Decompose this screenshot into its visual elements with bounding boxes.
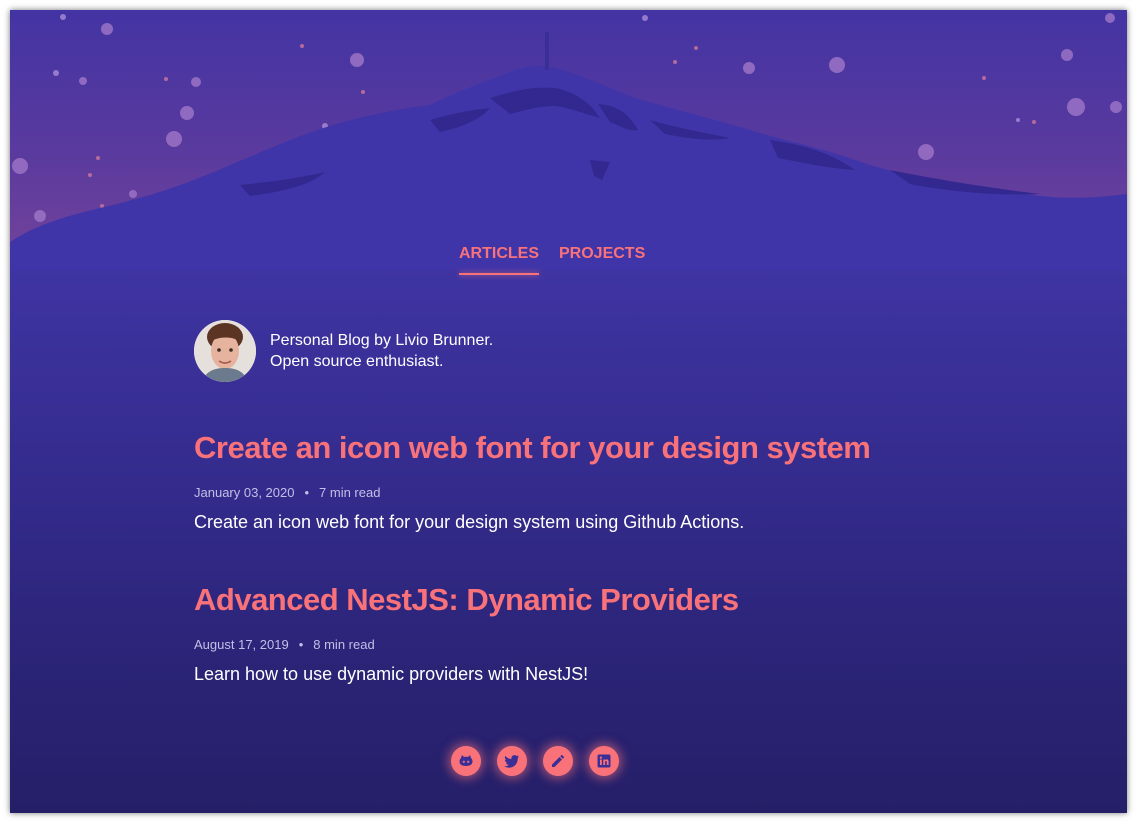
meta-separator: • [304,485,310,500]
hero-mountain-illustration [10,10,1127,270]
post-meta: January 03, 2020 • 7 min read [194,485,870,500]
post-date: August 17, 2019 [194,637,289,652]
post-read-time: 7 min read [319,485,381,500]
github-icon [459,755,473,766]
linkedin-button[interactable] [589,746,619,776]
bio-line-1: Personal Blog by Livio Brunner. [270,332,494,349]
post-description: Learn how to use dynamic providers with … [194,664,589,684]
avatar [194,320,256,382]
post-description: Create an icon web font for your design … [194,512,745,532]
twitter-icon [504,755,519,768]
post-date: January 03, 2020 [194,485,295,500]
post-item: Create an icon web font for your design … [194,430,871,533]
post-read-time: 8 min read [313,637,375,652]
meta-separator: • [298,637,304,652]
twitter-button[interactable] [497,746,527,776]
blog-button[interactable] [543,746,573,776]
tab-projects[interactable]: PROJECTS [559,245,645,275]
pencil-icon [552,754,565,767]
post-title-link[interactable]: Advanced NestJS: Dynamic Providers [194,582,739,618]
page: ARTICLES PROJECTS Personal Blog by Livio… [10,10,1127,813]
post-meta: August 17, 2019 • 8 min read [194,637,739,652]
post-item: Advanced NestJS: Dynamic Providers Augus… [194,582,739,685]
linkedin-icon [597,754,611,768]
author-bio: Personal Blog by Livio Brunner. Open sou… [194,320,493,382]
bio-line-2: Open source enthusiast. [270,353,444,370]
bio-text: Personal Blog by Livio Brunner. Open sou… [270,330,493,372]
social-links [451,746,619,776]
post-title-link[interactable]: Create an icon web font for your design … [194,430,871,466]
tab-articles[interactable]: ARTICLES [459,245,539,275]
github-button[interactable] [451,746,481,776]
main-nav: ARTICLES PROJECTS [459,245,645,275]
